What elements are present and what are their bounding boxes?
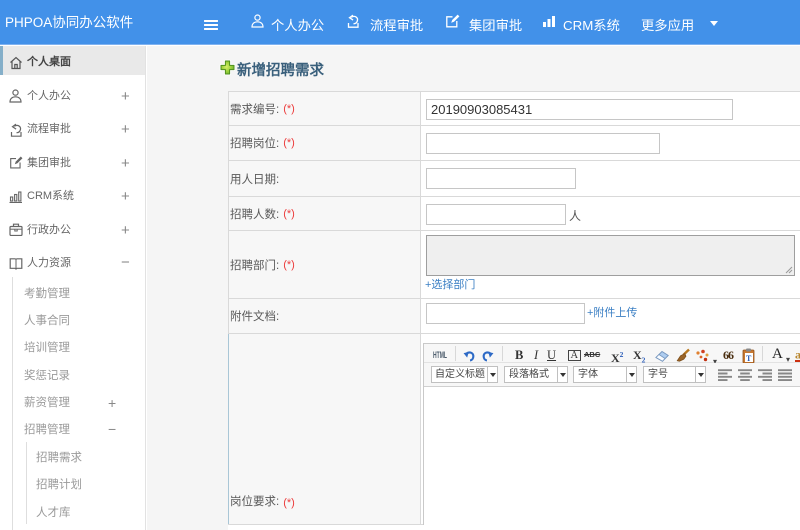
svg-text:T: T: [746, 354, 752, 363]
svg-text:a: a: [795, 348, 800, 362]
